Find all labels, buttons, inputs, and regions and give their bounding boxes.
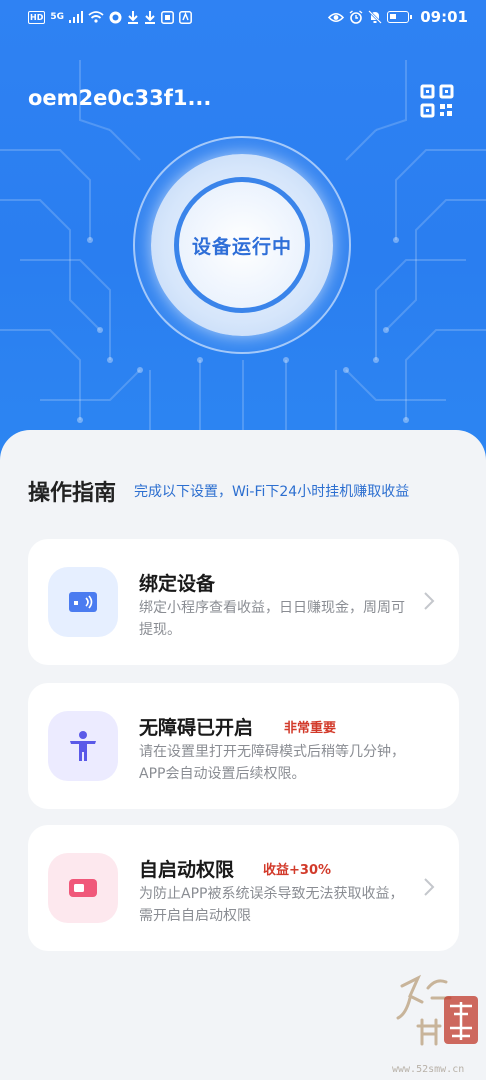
device-status-label: 设备运行中	[191, 235, 292, 258]
card-icon-container	[48, 567, 118, 637]
card-description: 绑定小程序查看收益，日日赚现金，周周可提现。	[139, 600, 405, 638]
toggle-icon	[69, 879, 97, 897]
chevron-right-icon	[424, 878, 435, 896]
device-id-label: oem2e0c33f1...	[28, 86, 212, 110]
guide-title: 操作指南	[28, 481, 117, 506]
guide-subtitle: 完成以下设置，Wi-Fi下24小时挂机赚取收益	[134, 484, 410, 500]
download-icon	[128, 10, 138, 24]
app-notification-icon	[179, 10, 192, 24]
bind-device-card[interactable]: 绑定设备 绑定小程序查看收益，日日赚现金，周周可提现。	[28, 539, 459, 665]
clock: 09:01	[420, 8, 468, 26]
card-title: 自启动权限	[139, 859, 235, 881]
autostart-card[interactable]: 自启动权限 收益+30% 为防止APP被系统误杀导致无法获取收益，需开启自启动权…	[28, 825, 459, 951]
card-description: 为防止APP被系统误杀导致无法获取收益，需开启自启动权限	[139, 886, 404, 924]
accessibility-card[interactable]: 无障碍已开启 非常重要 请在设置里打开无障碍模式后稍等几分钟，APP会自动设置后…	[28, 683, 459, 809]
accessibility-icon	[70, 731, 96, 761]
hero-header: HD 5G 09:01 oem2e0c33f1... 设备运行中	[0, 0, 486, 470]
app-notification-icon	[161, 10, 174, 24]
site-watermark-logo: www.52smw.cn	[392, 974, 478, 1075]
battery-icon	[387, 11, 413, 23]
bonus-badge: 收益+30%	[263, 863, 332, 878]
card-icon-container	[48, 711, 118, 781]
eye-icon	[328, 12, 345, 22]
alarm-icon	[349, 10, 363, 24]
card-description: 请在设置里打开无障碍模式后稍等几分钟，APP会自动设置后续权限。	[139, 744, 405, 782]
mute-bell-icon	[368, 10, 383, 24]
wifi-icon	[88, 11, 104, 23]
card-icon	[69, 592, 97, 612]
download-icon	[145, 10, 155, 24]
card-title: 无障碍已开启	[139, 717, 254, 739]
chevron-right-icon	[424, 592, 435, 610]
card-title: 绑定设备	[139, 573, 216, 595]
hd-icon: HD	[28, 10, 46, 24]
app-notification-icon	[109, 10, 122, 24]
device-status-button[interactable]: 设备运行中	[174, 177, 310, 313]
qr-code-icon[interactable]	[420, 84, 454, 118]
network-5g-icon: 5G	[50, 12, 64, 22]
status-bar: HD 5G 09:01	[0, 0, 486, 34]
card-icon-container	[48, 853, 118, 923]
watermark-url: www.52smw.cn	[392, 1064, 464, 1075]
importance-badge: 非常重要	[284, 721, 337, 736]
signal-icon	[69, 11, 83, 23]
